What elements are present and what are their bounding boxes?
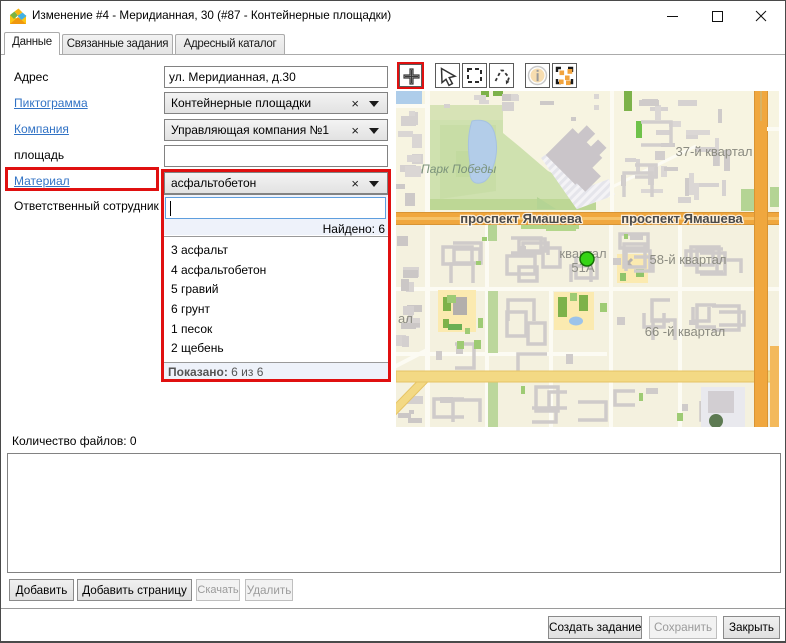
- svg-text:Парк Победы: Парк Победы: [421, 162, 496, 176]
- svg-text:проспект Ямашева: проспект Ямашева: [460, 211, 582, 226]
- svg-text:37-й квартал: 37-й квартал: [676, 144, 753, 159]
- svg-text:58-й квартал: 58-й квартал: [650, 252, 727, 267]
- svg-text:ал: ал: [398, 311, 413, 326]
- svg-text:66 -й квартал: 66 -й квартал: [645, 324, 726, 339]
- svg-text:проспект Ямашева: проспект Ямашева: [621, 211, 743, 226]
